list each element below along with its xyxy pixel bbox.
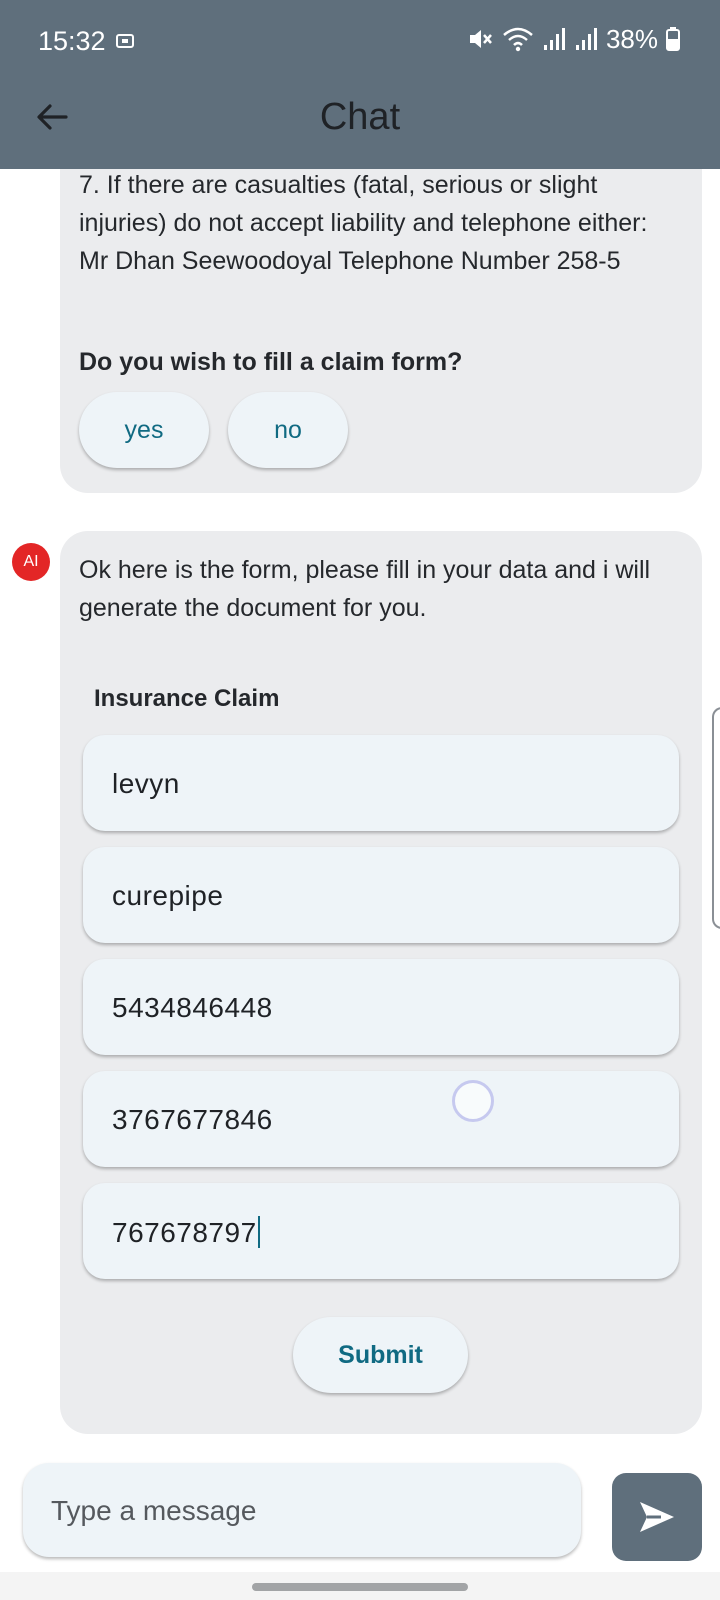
field-value: curepipe bbox=[112, 880, 224, 911]
screen-record-icon bbox=[116, 34, 134, 48]
home-indicator[interactable] bbox=[252, 1583, 468, 1591]
form-field-active[interactable]: 767678797 bbox=[83, 1183, 679, 1279]
form-field[interactable]: 5434846448 bbox=[83, 959, 679, 1055]
yes-button[interactable]: yes bbox=[79, 392, 209, 468]
avatar: AI bbox=[12, 543, 50, 581]
message-input[interactable] bbox=[51, 1491, 551, 1531]
form-title: Insurance Claim bbox=[94, 685, 280, 712]
touch-indicator bbox=[452, 1080, 494, 1122]
scrollbar-handle[interactable] bbox=[712, 707, 720, 929]
field-value-wrap: 767678797 bbox=[112, 1216, 260, 1249]
page-title: Chat bbox=[319, 96, 401, 138]
message-question: Do you wish to fill a claim form? bbox=[79, 348, 463, 376]
battery-percent: 38% bbox=[605, 23, 658, 54]
status-time: 15:32 bbox=[38, 26, 106, 56]
message-input-container[interactable] bbox=[23, 1463, 581, 1557]
mute-icon bbox=[469, 30, 492, 48]
send-button[interactable] bbox=[612, 1473, 702, 1561]
message-text: Ok here is the form, please fill in your… bbox=[79, 556, 651, 622]
text-caret bbox=[257, 1216, 260, 1248]
battery-icon bbox=[666, 27, 680, 51]
signal-icon bbox=[575, 28, 597, 50]
submit-button[interactable]: Submit bbox=[293, 1317, 468, 1393]
chat-bubble: Ok here is the form, please fill in your… bbox=[60, 531, 702, 1434]
message-text: 7. If there are casualties (fatal, serio… bbox=[79, 171, 648, 275]
send-icon bbox=[640, 1502, 674, 1532]
field-value: levyn bbox=[112, 768, 180, 799]
field-value: 767678797 bbox=[112, 1217, 257, 1248]
signal-icon bbox=[543, 28, 565, 50]
chat-bubble: 7. If there are casualties (fatal, serio… bbox=[60, 130, 702, 493]
field-value: 3767677846 bbox=[112, 1104, 273, 1135]
no-button[interactable]: no bbox=[228, 392, 348, 468]
form-field[interactable]: 3767677846 bbox=[83, 1071, 679, 1167]
form-field[interactable]: curepipe bbox=[83, 847, 679, 943]
wifi-icon bbox=[503, 27, 533, 52]
field-value: 5434846448 bbox=[112, 992, 273, 1023]
form-field[interactable]: levyn bbox=[83, 735, 679, 831]
status-bar: 15:32 38% bbox=[0, 0, 720, 80]
app-bar: 15:32 38% Chat bbox=[0, 0, 720, 169]
